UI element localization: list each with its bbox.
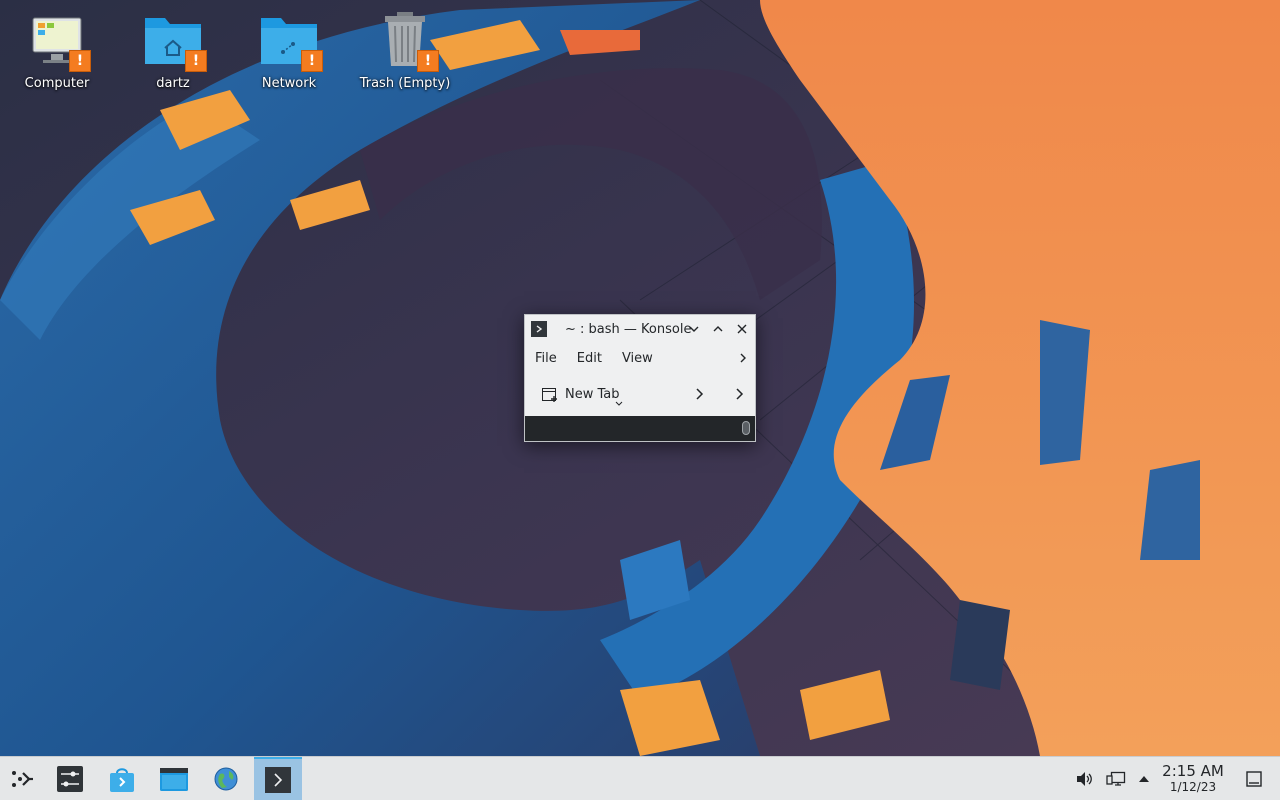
desktop-icon-label: dartz [156,76,190,91]
desktop-icon-trash[interactable]: ! Trash (Empty) [350,10,460,100]
clock-time: 2:15 AM [1162,762,1224,780]
file-manager-icon [160,767,188,791]
window-title: ~ : bash — Konsole [565,321,692,337]
application-launcher-button[interactable] [0,757,44,800]
warning-badge-icon: ! [301,50,323,72]
taskbar: 2:15 AM 1/12/23 [0,756,1280,800]
menu-view[interactable]: View [622,351,663,366]
web-browser-icon [214,767,238,790]
dropdown-arrow-icon[interactable] [615,401,623,407]
network-icon [1106,771,1126,786]
konsole-icon [265,766,291,793]
expand-tray-icon [1139,775,1149,782]
desktop-icon-dartz[interactable]: ! dartz [118,10,228,100]
chevron-down-icon [689,326,699,332]
main-toolbar: New Tab [525,373,755,415]
computer-icon: ! [27,10,91,72]
menu-bar: File Edit View [525,343,755,373]
menu-overflow-button[interactable] [737,350,749,369]
maximize-button[interactable] [710,321,726,337]
web-browser-button[interactable] [204,757,248,800]
menu-edit[interactable]: Edit [577,351,612,366]
desktop-icon-computer[interactable]: ! Computer [2,10,112,100]
volume-icon [1077,771,1092,786]
chevron-right-icon [696,388,704,400]
chevron-right-icon [736,388,744,400]
show-desktop-icon [1246,770,1262,787]
warning-badge-icon: ! [185,50,207,72]
digital-clock[interactable]: 2:15 AM 1/12/23 [1158,762,1228,795]
new-tab-icon [542,388,557,402]
warning-badge-icon: ! [69,50,91,72]
show-desktop-button[interactable] [1234,757,1274,800]
home-folder-icon: ! [143,10,207,72]
toolbar-split-button[interactable] [693,386,707,406]
clock-date: 1/12/23 [1169,780,1217,794]
system-settings-icon [57,765,83,792]
konsole-task-button[interactable] [254,757,302,800]
close-icon [737,324,747,334]
warning-badge-icon: ! [417,50,439,72]
toolbar-overflow-button[interactable] [733,386,747,406]
system-settings-button[interactable] [48,757,92,800]
menu-file[interactable]: File [535,351,567,366]
desktop-icon-label: Trash (Empty) [359,76,451,91]
terminal-scrollbar[interactable] [742,421,750,435]
application-launcher-icon [12,770,33,787]
discover-store-icon [110,767,134,792]
konsole-window[interactable]: ~ : bash — Konsole File Edit View New Ta… [524,314,756,442]
desktop-icon-label: Network [261,76,317,91]
konsole-app-icon[interactable] [531,321,547,337]
new-tab-button[interactable]: New Tab [541,385,623,406]
terminal-area[interactable] [525,416,755,441]
file-manager-button[interactable] [152,757,196,800]
window-titlebar[interactable]: ~ : bash — Konsole [525,315,755,343]
desktop-icon-label: Computer [24,76,90,91]
chevron-right-icon [740,353,746,363]
trash-icon: ! [375,10,439,72]
new-tab-label: New Tab [565,386,620,402]
chevron-up-icon [713,326,723,332]
network-folder-icon: ! [259,10,323,72]
close-button[interactable] [734,321,750,337]
discover-store-button[interactable] [100,757,144,800]
minimize-button[interactable] [686,321,702,337]
desktop-icon-network[interactable]: ! Network [234,10,344,100]
